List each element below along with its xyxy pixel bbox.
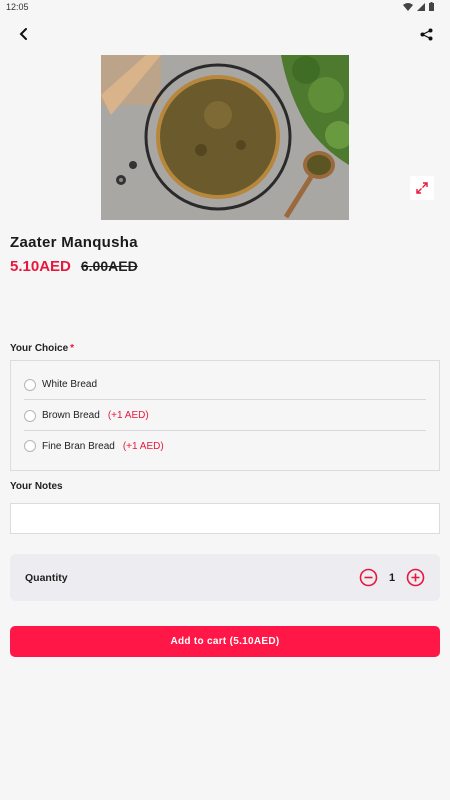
share-icon [420,28,432,40]
radio-button[interactable] [24,440,36,452]
add-to-cart-button[interactable]: Add to cart (5.10AED) [10,626,440,657]
increase-quantity-button[interactable] [406,568,425,587]
expand-image-button[interactable] [410,176,434,200]
notes-section-label: Your Notes [10,481,63,492]
current-price: 5.10AED [10,258,71,275]
radio-button[interactable] [24,378,36,391]
choice-label-text: Your Choice [10,343,69,354]
app-bar [0,20,450,50]
status-time: 12:05 [6,2,29,12]
choice-option-fine-bran-bread[interactable]: Fine Bran Bread (+1 AED) [24,431,426,461]
quantity-stepper: 1 [359,568,425,587]
wifi-icon [403,2,413,11]
plus-circle-icon [406,568,425,587]
quantity-value: 1 [388,571,396,584]
notes-input[interactable] [10,503,440,534]
product-name: Zaater Manqusha [10,234,138,251]
choice-option-extra-price: (+1 AED) [107,410,149,421]
choice-option-label: White Bread [42,379,98,390]
choice-option-label: Fine Bran Bread [42,440,115,452]
status-bar: 12:05 [0,0,450,14]
signal-icon [417,2,425,11]
battery-icon [429,2,434,11]
required-marker: * [70,343,75,354]
quantity-card: Quantity 1 [10,554,440,601]
back-button[interactable] [10,20,38,48]
choice-option-extra-price: (+1 AED) [122,440,164,452]
radio-button[interactable] [24,409,36,422]
choice-options-box: White Bread Brown Bread (+1 AED) Fine Br… [10,360,440,471]
choice-option-label: Brown Bread [42,410,100,421]
price-row: 5.10AED 6.00AED [10,258,138,275]
expand-icon [416,182,428,194]
old-price: 6.00AED [80,258,138,274]
minus-circle-icon [359,568,378,587]
share-button[interactable] [412,20,440,48]
back-arrow-icon [19,28,27,40]
quantity-label: Quantity [25,572,68,584]
choice-option-brown-bread[interactable]: Brown Bread (+1 AED) [24,401,426,431]
product-image [101,55,349,220]
status-icons [403,2,434,11]
choice-section-label: Your Choice * [10,343,74,354]
choice-option-white-bread[interactable]: White Bread [24,370,426,400]
decrease-quantity-button[interactable] [359,568,378,587]
